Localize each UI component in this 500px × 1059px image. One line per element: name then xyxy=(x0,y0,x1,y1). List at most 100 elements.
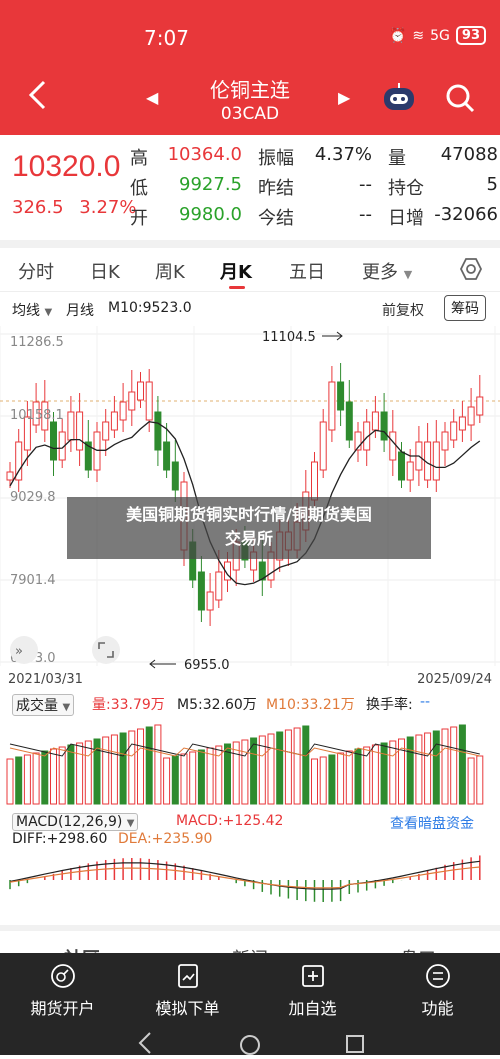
candle-body xyxy=(206,591,214,611)
candle-body xyxy=(458,416,466,431)
volume-bar xyxy=(6,758,14,805)
active-tab-indicator xyxy=(229,286,245,289)
simulated-order-button[interactable]: 模拟下单 xyxy=(125,953,250,1023)
open-value: 9980.0 xyxy=(179,204,242,225)
menu-circle-icon xyxy=(426,964,450,988)
open-account-button[interactable]: 期货开户 xyxy=(0,953,125,1023)
volume-bar xyxy=(467,757,475,805)
volume-bar xyxy=(180,753,188,805)
system-nav-icons xyxy=(138,1032,364,1055)
open-interest-label: 持仓 xyxy=(388,178,424,199)
candle-body xyxy=(154,411,162,451)
candle-body xyxy=(450,421,458,441)
ma-selector-label: 均线 xyxy=(12,303,40,319)
volume-bar xyxy=(163,757,171,805)
date-end: 2025/09/24 xyxy=(417,672,492,687)
watermark-line1: 美国铜期货铜实时行情/铜期货美国 xyxy=(126,505,372,524)
volume-selector[interactable]: 成交量 ▼ xyxy=(12,694,75,716)
macd-selector[interactable]: MACD(12,26,9) ▼ xyxy=(12,813,139,831)
candle-body xyxy=(432,441,440,481)
volume-bar xyxy=(197,749,205,805)
assistant-robot-icon[interactable] xyxy=(382,82,416,112)
diff-value: DIFF:+298.60 xyxy=(12,831,108,847)
volume-bar xyxy=(224,743,231,805)
status-icons: ⏰ ≋ 5G 93 xyxy=(389,26,486,45)
candle-body xyxy=(328,381,336,431)
low-marker-label: 6955.0 xyxy=(184,658,230,673)
add-watchlist-button[interactable]: 加自选 xyxy=(250,953,375,1023)
volume-bar xyxy=(67,744,75,805)
volume-bar xyxy=(241,739,249,805)
candle-body xyxy=(398,451,405,481)
price-axis-label: 7901.4 xyxy=(10,573,56,588)
volume-bar xyxy=(23,754,31,805)
candle-body xyxy=(145,381,153,421)
volume-ma5: M5:32.60万 xyxy=(177,697,257,713)
search-icon[interactable] xyxy=(444,82,476,114)
volume-bar xyxy=(293,727,301,805)
functions-button[interactable]: 功能 xyxy=(375,953,500,1023)
tab-monthly-k[interactable]: 月K xyxy=(220,258,252,284)
candle-body xyxy=(128,391,136,411)
candle-body xyxy=(76,411,84,451)
volume-bar xyxy=(232,741,240,805)
open-interest-value: 5 xyxy=(486,174,498,195)
contract-code: 03CAD xyxy=(220,104,280,124)
tab-intraday[interactable]: 分时 xyxy=(18,258,54,284)
volume-bar xyxy=(50,748,57,805)
tab-weekly-k[interactable]: 周K xyxy=(155,258,185,284)
candle-body xyxy=(6,471,14,481)
add-watchlist-label: 加自选 xyxy=(288,999,337,1018)
chart-toolbar: 均线 ▼ 月线 M10:9523.0 前复权 筹码 xyxy=(0,294,500,324)
daily-change-label: 日增 xyxy=(388,208,424,229)
volume-bar xyxy=(110,734,118,805)
candle-body xyxy=(163,441,171,471)
volume-bar xyxy=(276,731,284,805)
candle-body xyxy=(102,421,110,441)
candle-body xyxy=(380,411,388,441)
candle-body xyxy=(319,421,327,471)
system-nav-bar xyxy=(0,1023,500,1055)
fullscreen-icon[interactable] xyxy=(92,636,120,664)
chart-settings-icon[interactable] xyxy=(459,257,483,281)
collapse-chart-icon[interactable]: » xyxy=(10,636,38,664)
tab-five-day[interactable]: 五日 xyxy=(289,258,325,284)
low-label: 低 xyxy=(130,178,148,199)
volume-bar xyxy=(128,730,136,805)
open-account-label: 期货开户 xyxy=(30,999,95,1018)
volume-bar xyxy=(319,756,327,805)
volume-bar xyxy=(406,736,414,805)
document-icon xyxy=(178,964,198,988)
settle-label: 今结 xyxy=(258,208,294,229)
candle-body xyxy=(345,401,353,441)
tab-daily-k[interactable]: 日K xyxy=(90,258,120,284)
high-value: 10364.0 xyxy=(167,144,242,165)
volume-bar xyxy=(328,754,336,805)
dark-pool-link[interactable]: 查看暗盘资金 xyxy=(390,813,474,833)
candle-body xyxy=(311,461,318,501)
candle-body xyxy=(215,571,223,601)
candles xyxy=(6,363,484,626)
dea-value: DEA:+235.90 xyxy=(118,831,213,847)
volume-bar xyxy=(119,732,127,805)
ma-selector[interactable]: 均线 ▼ xyxy=(12,300,52,320)
chip-distribution-button[interactable]: 筹码 xyxy=(444,295,486,321)
price-axis-label: 9029.8 xyxy=(10,490,56,505)
high-label: 高 xyxy=(130,148,148,169)
volume-header: 成交量 ▼ 量:33.79万 M5:32.60万 M10:33.21万 换手率:… xyxy=(0,694,500,716)
candle-body xyxy=(476,396,484,416)
volume-bar xyxy=(32,752,40,805)
battery-indicator: 93 xyxy=(455,26,486,45)
volume-bar xyxy=(206,747,214,805)
volume-bar xyxy=(41,750,49,805)
bottom-action-bar: 期货开户 模拟下单 加自选 功能 xyxy=(0,953,500,1023)
volume-bar xyxy=(284,729,292,805)
volume-value: 47088 xyxy=(440,144,498,165)
caret-down-icon: ▼ xyxy=(62,702,71,713)
tab-more[interactable]: 更多 ▼ xyxy=(362,258,412,284)
turnover-value: -- xyxy=(420,694,431,710)
price-change: 326.5 3.27% xyxy=(12,197,136,218)
period-tabs: 分时 日K 周K 月K 五日 更多 ▼ xyxy=(0,248,500,292)
adjust-mode-button[interactable]: 前复权 xyxy=(382,300,424,320)
candle-body xyxy=(371,411,379,431)
